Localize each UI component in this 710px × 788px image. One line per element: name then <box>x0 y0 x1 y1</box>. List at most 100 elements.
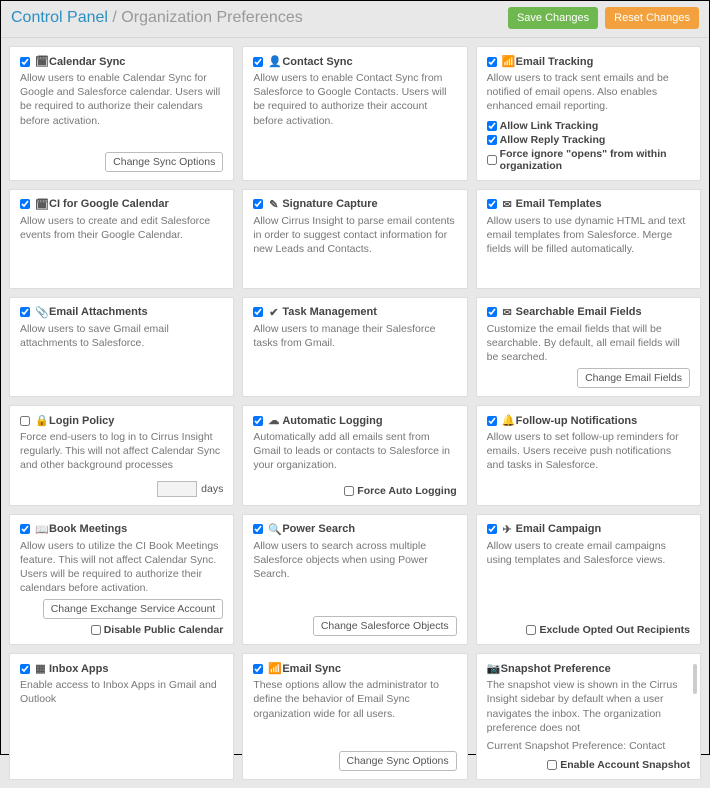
card-email-sync: 📶 Email Sync These options allow the adm… <box>242 653 467 780</box>
inbox-apps-checkbox[interactable] <box>20 664 30 674</box>
search-icon: 🔍 <box>268 523 279 536</box>
contact-sync-checkbox[interactable] <box>253 57 263 67</box>
card-email-templates: ✉ Email Templates Allow users to use dyn… <box>476 189 701 289</box>
check-icon: ✔ <box>268 306 279 319</box>
sub-label: Enable Account Snapshot <box>560 759 690 771</box>
followup-checkbox[interactable] <box>487 416 497 426</box>
card-title-label: Searchable Email Fields <box>516 306 642 318</box>
card-title-label: Email Attachments <box>49 306 148 318</box>
card-desc: Allow users to enable Contact Sync from … <box>253 71 456 128</box>
change-exchange-account-button[interactable]: Change Exchange Service Account <box>43 599 224 619</box>
card-signature-capture: ✎ Signature Capture Allow Cirrus Insight… <box>242 189 467 289</box>
card-email-campaign: ✈ Email Campaign Allow users to create e… <box>476 514 701 646</box>
sub-label: Allow Reply Tracking <box>500 134 606 146</box>
calendar-icon: 🗓 <box>35 198 46 211</box>
card-desc: Allow users to track sent emails and be … <box>487 71 690 114</box>
header-actions: Save Changes Reset Changes <box>504 7 699 29</box>
card-title-label: Contact Sync <box>282 56 352 68</box>
breadcrumb: Control Panel / Organization Preferences <box>11 9 303 27</box>
card-title-label: Power Search <box>282 523 355 535</box>
card-calendar-sync: 🗓 Calendar Sync Allow users to enable Ca… <box>9 46 234 181</box>
card-desc: Allow users to manage their Salesforce t… <box>253 322 456 350</box>
searchable-email-checkbox[interactable] <box>487 307 497 317</box>
card-title-label: Automatic Logging <box>282 415 382 427</box>
card-desc: Allow users to save Gmail email attachme… <box>20 322 223 350</box>
card-contact-sync: 👤 Contact Sync Allow users to enable Con… <box>242 46 467 181</box>
task-management-checkbox[interactable] <box>253 307 263 317</box>
sub-label: Allow Link Tracking <box>500 120 599 132</box>
power-search-checkbox[interactable] <box>253 524 263 534</box>
card-desc: Enable access to Inbox Apps in Gmail and… <box>20 678 223 706</box>
sub-label: Force Auto Logging <box>357 485 456 497</box>
page-header: Control Panel / Organization Preferences… <box>1 1 709 38</box>
paperclip-icon: 📎 <box>35 306 46 319</box>
login-policy-days-input[interactable] <box>157 481 197 497</box>
pencil-icon: ✎ <box>268 198 279 211</box>
force-auto-logging-checkbox[interactable] <box>344 486 354 496</box>
auto-logging-checkbox[interactable] <box>253 416 263 426</box>
force-ignore-opens-checkbox[interactable] <box>487 155 497 165</box>
card-title-label: Task Management <box>282 306 377 318</box>
change-email-fields-button[interactable]: Change Email Fields <box>577 368 690 388</box>
card-desc: These options allow the administrator to… <box>253 678 456 721</box>
card-title-label: Email Templates <box>516 198 602 210</box>
card-title-label: Signature Capture <box>282 198 377 210</box>
card-desc: Allow users to utilize the CI Book Meeti… <box>20 539 223 596</box>
card-desc: Allow users to search across multiple Sa… <box>253 539 456 582</box>
card-ci-google-calendar: 🗓 CI for Google Calendar Allow users to … <box>9 189 234 289</box>
email-templates-checkbox[interactable] <box>487 199 497 209</box>
change-salesforce-objects-button[interactable]: Change Salesforce Objects <box>313 616 457 636</box>
breadcrumb-current: Organization Preferences <box>121 9 302 26</box>
card-task-management: ✔ Task Management Allow users to manage … <box>242 297 467 398</box>
scrollbar[interactable] <box>693 664 697 694</box>
signature-capture-checkbox[interactable] <box>253 199 263 209</box>
card-title-label: CI for Google Calendar <box>49 198 169 210</box>
disable-public-calendar-checkbox[interactable] <box>91 625 101 635</box>
ci-google-checkbox[interactable] <box>20 199 30 209</box>
change-sync-options-button[interactable]: Change Sync Options <box>339 751 457 771</box>
email-sync-checkbox[interactable] <box>253 664 263 674</box>
card-title-label: Inbox Apps <box>49 663 108 675</box>
card-desc: Allow users to enable Calendar Sync for … <box>20 71 223 128</box>
change-sync-options-button[interactable]: Change Sync Options <box>105 152 223 172</box>
book-meetings-checkbox[interactable] <box>20 524 30 534</box>
allow-reply-tracking-checkbox[interactable] <box>487 135 497 145</box>
card-inbox-apps: ▦ Inbox Apps Enable access to Inbox Apps… <box>9 653 234 780</box>
lock-icon: 🔒 <box>35 414 46 427</box>
sub-label: Disable Public Calendar <box>104 624 224 636</box>
card-title-label: Book Meetings <box>49 523 127 535</box>
email-campaign-checkbox[interactable] <box>487 524 497 534</box>
enable-account-snapshot-checkbox[interactable] <box>547 760 557 770</box>
sub-label: Force ignore "opens" from within organiz… <box>500 148 690 172</box>
book-icon: 📖 <box>35 523 46 536</box>
card-title-label: Email Tracking <box>516 56 594 68</box>
card-desc: Allow users to create email campaigns us… <box>487 539 690 567</box>
exclude-opted-out-checkbox[interactable] <box>526 625 536 635</box>
card-title-label: Calendar Sync <box>49 56 125 68</box>
save-button[interactable]: Save Changes <box>508 7 598 29</box>
breadcrumb-sep: / <box>108 9 121 26</box>
person-icon: 👤 <box>268 55 279 68</box>
card-automatic-logging: ☁ Automatic Logging Automatically add al… <box>242 405 467 506</box>
card-desc: Allow users to set follow-up reminders f… <box>487 430 690 473</box>
card-searchable-email-fields: ✉ Searchable Email Fields Customize the … <box>476 297 701 398</box>
allow-link-tracking-checkbox[interactable] <box>487 121 497 131</box>
send-icon: ✈ <box>502 523 513 536</box>
email-attachments-checkbox[interactable] <box>20 307 30 317</box>
calendar-sync-checkbox[interactable] <box>20 57 30 67</box>
login-policy-checkbox[interactable] <box>20 416 30 426</box>
cloud-icon: ☁ <box>268 414 279 427</box>
card-snapshot-preference: 📷 Snapshot Preference The snapshot view … <box>476 653 701 780</box>
email-tracking-checkbox[interactable] <box>487 57 497 67</box>
card-desc: Automatically add all emails sent from G… <box>253 430 456 473</box>
card-title-label: Email Sync <box>282 663 341 675</box>
card-email-tracking: 📶 Email Tracking Allow users to track se… <box>476 46 701 181</box>
card-desc: Allow users to create and edit Salesforc… <box>20 214 223 242</box>
card-title-label: Email Campaign <box>516 523 602 535</box>
cards-grid: 🗓 Calendar Sync Allow users to enable Ca… <box>1 38 709 788</box>
card-desc: The snapshot view is shown in the Cirrus… <box>487 678 690 735</box>
camera-icon: 📷 <box>487 662 498 675</box>
card-power-search: 🔍 Power Search Allow users to search acr… <box>242 514 467 646</box>
breadcrumb-root[interactable]: Control Panel <box>11 9 108 26</box>
reset-button[interactable]: Reset Changes <box>605 7 699 29</box>
